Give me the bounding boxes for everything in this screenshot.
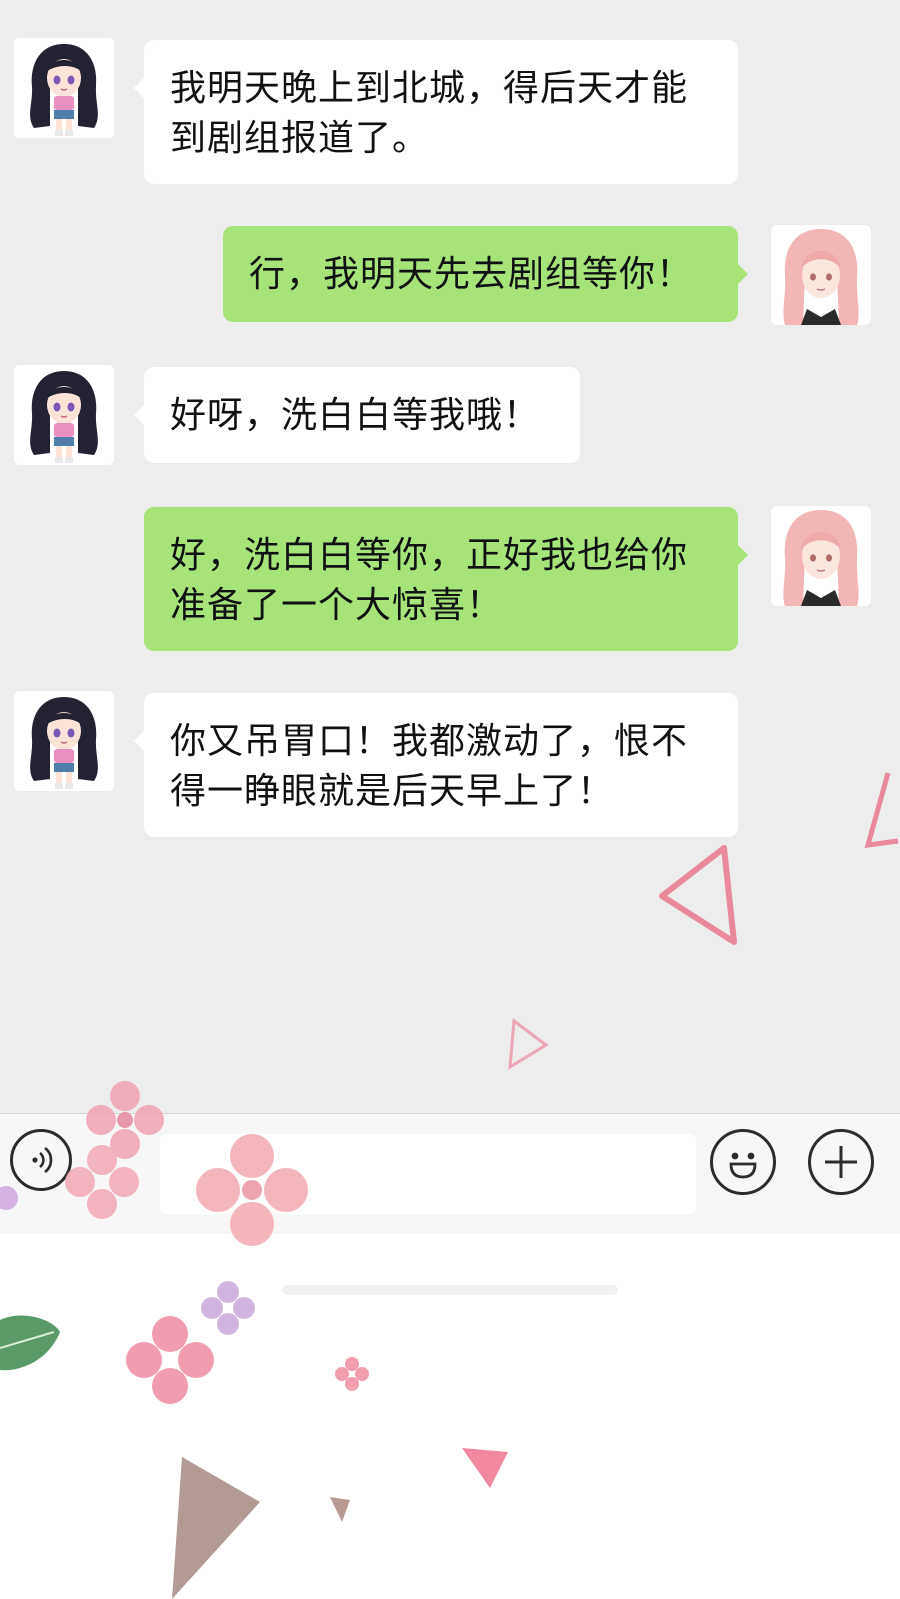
avatar[interactable] <box>14 365 114 465</box>
message-text: 我明天晚上到北城，得后天才能 到剧组报道了。 <box>170 68 689 159</box>
message-text: 你又吊胃口！我都激动了，恨不 得一睁眼就是后天早上了！ <box>170 721 689 812</box>
dark-hair-girl-avatar <box>14 365 114 465</box>
brown-triangle-decoration <box>172 1457 260 1599</box>
message-bubble-received[interactable]: 你又吊胃口！我都激动了，恨不 得一睁眼就是后天早上了！ <box>144 693 738 837</box>
avatar[interactable] <box>771 506 871 606</box>
pink-hair-girl-avatar <box>771 225 871 325</box>
pink-triangle-decoration <box>462 1448 508 1488</box>
bubble-tail <box>738 264 748 284</box>
message-bubble-sent[interactable]: 好，洗白白等你，正好我也给你 准备了一个大惊喜！ <box>144 507 738 651</box>
message-bubble-received[interactable]: 好呀，洗白白等我哦！ <box>144 367 580 463</box>
pink-triangle-decoration <box>508 1018 549 1070</box>
leaf-decoration <box>0 1315 60 1371</box>
flower-decoration-layer <box>0 1081 508 1599</box>
pink-flower-decoration <box>0 1081 369 1404</box>
message-bubble-sent[interactable]: 行，我明天先去剧组等你！ <box>223 226 738 322</box>
message-text: 行，我明天先去剧组等你！ <box>249 254 694 295</box>
pink-triangle-decoration <box>659 845 737 945</box>
bubble-tail <box>134 731 144 751</box>
chat-area: 我明天晚上到北城，得后天才能 到剧组报道了。 行，我明天先去剧组等你！ 好呀，洗… <box>0 0 900 1113</box>
message-bubble-received[interactable]: 我明天晚上到北城，得后天才能 到剧组报道了。 <box>144 40 738 184</box>
dark-hair-girl-avatar <box>14 691 114 791</box>
brown-triangle-decoration <box>330 1497 350 1522</box>
pink-hair-girl-avatar <box>771 506 871 606</box>
bubble-tail <box>134 405 144 425</box>
dark-hair-girl-avatar <box>14 38 114 138</box>
bubble-tail <box>738 545 748 565</box>
message-text: 好呀，洗白白等我哦！ <box>170 395 541 436</box>
bubble-tail <box>134 78 144 98</box>
avatar[interactable] <box>14 38 114 138</box>
avatar[interactable] <box>771 225 871 325</box>
pink-triangle-decoration <box>864 772 899 848</box>
avatar[interactable] <box>14 691 114 791</box>
message-text: 好，洗白白等你，正好我也给你 准备了一个大惊喜！ <box>170 535 689 626</box>
